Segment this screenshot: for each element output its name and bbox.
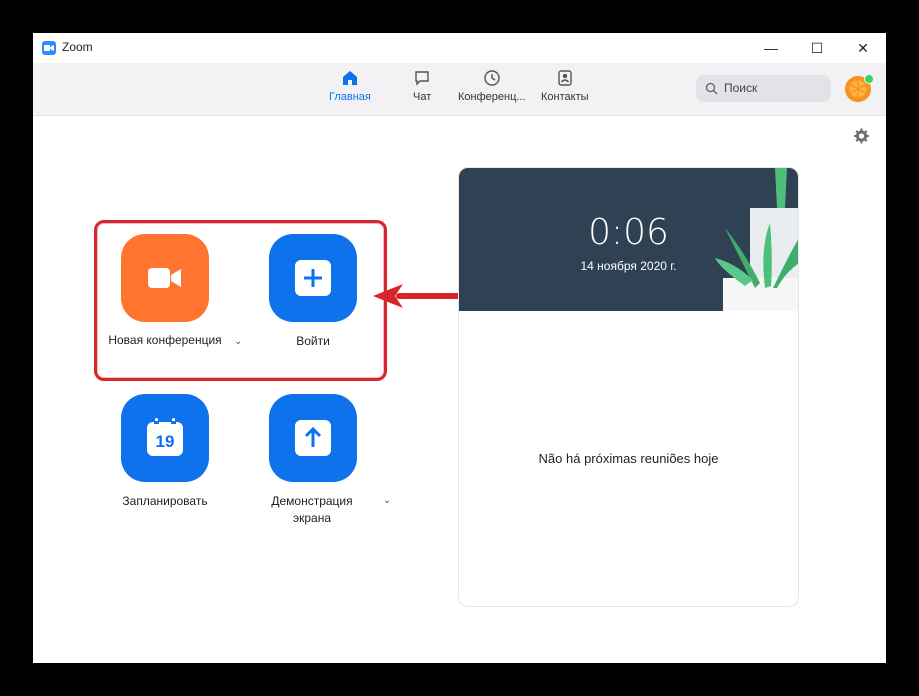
calendar-day-number: 19 [155,432,175,451]
tab-chat-label: Чат [413,91,432,103]
tab-meetings[interactable]: Конференц... [458,69,526,103]
search-input[interactable]: Поиск [696,75,831,102]
share-screen-label: Демонстрация экрана [271,494,353,525]
search-icon [705,82,718,95]
close-button[interactable]: ✕ [840,33,886,63]
tab-contacts[interactable]: Контакты [541,69,589,103]
top-nav: Главная Чат Конференц... Контакты Поиск [33,63,886,116]
contacts-icon [558,70,572,86]
zoom-window: Zoom — ☐ ✕ Главная Чат Конференц... Конт… [33,33,886,663]
upcoming-meetings-panel: 0:06 14 ноября 2020 г. Não há próximas r… [458,167,799,607]
schedule-label: Запланировать [122,494,208,508]
share-screen-options-chevron-icon[interactable]: ⌄ [383,495,391,506]
window-title: Zoom [62,40,93,54]
clock-icon [484,70,500,86]
tab-meetings-label: Конференц... [458,91,526,103]
tab-contacts-label: Контакты [541,91,589,103]
maximize-button[interactable]: ☐ [794,33,840,63]
schedule-button[interactable]: 19 [121,394,209,482]
upload-arrow-icon [295,420,331,456]
home-icon [342,71,357,85]
zoom-logo-icon [42,41,56,55]
highlight-frame [94,220,387,381]
title-bar: Zoom — ☐ ✕ [33,33,886,63]
chat-icon [415,71,429,86]
online-status-dot [864,74,874,84]
plant-decoration-icon [715,168,798,311]
no-meetings-text: Não há próximas reuniões hoje [538,451,719,466]
search-placeholder: Поиск [724,81,758,95]
tab-home[interactable]: Главная [329,69,371,103]
share-screen-button[interactable] [269,394,357,482]
tab-chat[interactable]: Чат [413,69,431,103]
clock-banner: 0:06 14 ноября 2020 г. [459,168,798,311]
settings-gear-icon[interactable] [852,127,870,145]
minimize-button[interactable]: — [748,33,794,63]
tab-home-label: Главная [329,91,371,103]
